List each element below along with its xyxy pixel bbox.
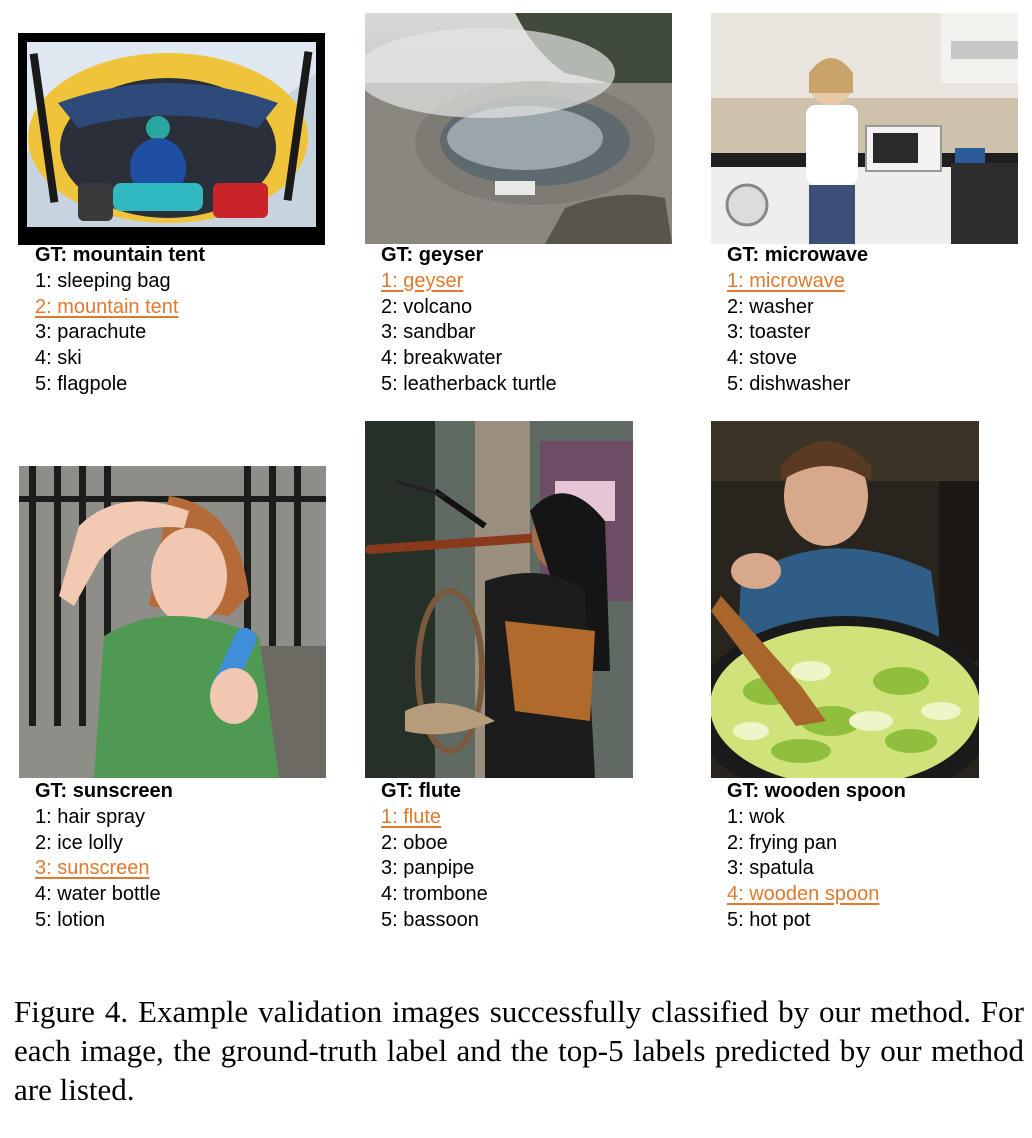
flute-photo — [365, 421, 633, 778]
prediction-5: 5: hot pot — [727, 908, 811, 931]
prediction-5: 5: lotion — [35, 908, 106, 931]
label-list-2: GT: geyser 1: geyser 2: volcano 3: sandb… — [381, 243, 557, 398]
prediction-5: 5: leatherback turtle — [381, 372, 557, 395]
prediction-4-correct: 4: wooden spoon — [727, 883, 880, 906]
prediction-2: 2: frying pan — [727, 831, 838, 854]
sunscreen-photo — [19, 466, 326, 778]
prediction-3: 3: spatula — [727, 857, 814, 880]
prediction-4: 4: ski — [35, 347, 82, 370]
label-list-4: GT: sunscreen 1: hair spray 2: ice lolly… — [35, 779, 173, 934]
prediction-1: 1: hair spray — [35, 805, 146, 828]
tent-photo — [18, 33, 325, 245]
label-list-5: GT: flute 1: flute 2: oboe 3: panpipe 4:… — [381, 779, 488, 934]
figure-caption: Figure 4. Example validation images succ… — [14, 994, 1024, 1107]
prediction-4: 4: water bottle — [35, 883, 161, 906]
geyser-photo — [365, 13, 672, 244]
ground-truth-label: GT: geyser — [381, 244, 484, 266]
kitchen-photo — [711, 13, 1018, 244]
prediction-1-correct: 1: microwave — [727, 269, 845, 292]
label-list-6: GT: wooden spoon 1: wok 2: frying pan 3:… — [727, 779, 906, 934]
prediction-2: 2: volcano — [381, 295, 473, 318]
prediction-5: 5: dishwasher — [727, 372, 851, 395]
prediction-4: 4: breakwater — [381, 347, 503, 370]
prediction-3: 3: toaster — [727, 321, 811, 344]
prediction-5: 5: flagpole — [35, 372, 128, 395]
wok-photo — [711, 421, 979, 778]
prediction-3: 3: panpipe — [381, 857, 475, 880]
ground-truth-label: GT: microwave — [727, 244, 869, 266]
label-list-3: GT: microwave 1: microwave 2: washer 3: … — [727, 243, 868, 398]
prediction-2: 2: ice lolly — [35, 831, 123, 854]
ground-truth-label: GT: wooden spoon — [727, 780, 906, 802]
prediction-3-correct: 3: sunscreen — [35, 857, 150, 880]
prediction-1-correct: 1: geyser — [381, 269, 464, 292]
prediction-2: 2: oboe — [381, 831, 448, 854]
prediction-4: 4: stove — [727, 347, 798, 370]
prediction-5: 5: bassoon — [381, 908, 479, 931]
prediction-3: 3: parachute — [35, 321, 147, 344]
prediction-3: 3: sandbar — [381, 321, 476, 344]
prediction-1: 1: sleeping bag — [35, 269, 171, 292]
prediction-4: 4: trombone — [381, 883, 488, 906]
label-list-1: GT: mountain tent 1: sleeping bag 2: mou… — [35, 243, 205, 398]
prediction-2-correct: 2: mountain tent — [35, 295, 179, 318]
ground-truth-label: GT: mountain tent — [35, 244, 205, 266]
prediction-1: 1: wok — [727, 805, 785, 828]
prediction-1-correct: 1: flute — [381, 805, 442, 828]
ground-truth-label: GT: flute — [381, 780, 461, 802]
prediction-2: 2: washer — [727, 295, 814, 318]
ground-truth-label: GT: sunscreen — [35, 780, 173, 802]
